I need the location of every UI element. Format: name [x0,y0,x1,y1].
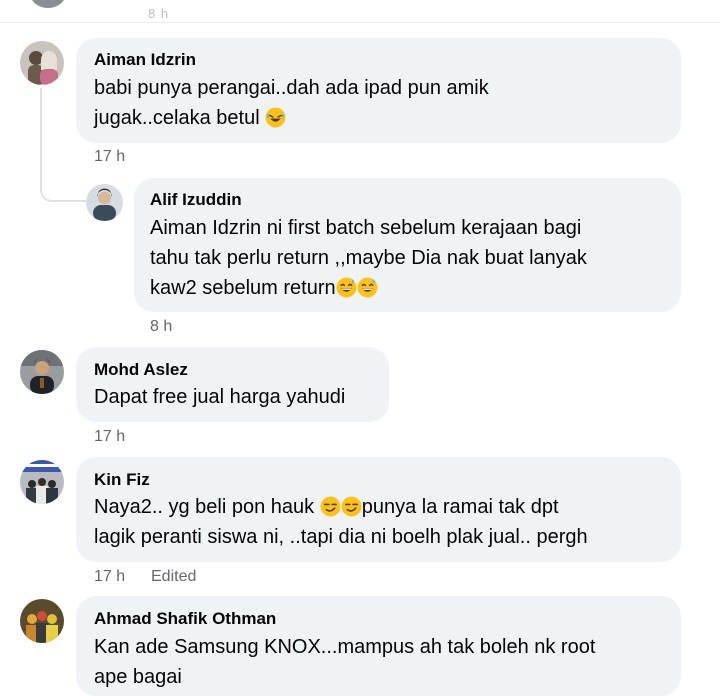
comment-text: Aiman Idzrin ni first batch sebelum kera… [150,217,587,299]
comment-text: Dapat free jual harga yahudi [94,386,346,408]
comment-timestamp: 8 h [148,6,170,21]
comment-timestamp[interactable]: 17 h [94,428,125,446]
avatar[interactable] [20,460,64,504]
comment-author[interactable]: Alif Izuddin [150,190,242,210]
rofl-emoji [265,107,286,128]
avatar[interactable] [20,599,64,643]
smirk-emoji [341,496,362,517]
comment-timestamp[interactable]: 8 h [150,318,172,336]
sweat-smile-emoji [336,277,357,298]
comment-author[interactable]: Kin Fiz [94,470,150,490]
avatar[interactable] [86,184,123,221]
smirk-emoji [320,496,341,517]
previous-comment-strip: 8 h [0,0,720,23]
comment-author[interactable]: Ahmad Shafik Othman [94,609,276,629]
comment-author[interactable]: Mohd Aslez [94,360,188,380]
edited-label[interactable]: Edited [151,568,196,586]
comment-author[interactable]: Aiman Idzrin [94,50,196,70]
avatar[interactable] [20,350,64,394]
sweat-smile-emoji [357,277,378,298]
comment-text: Naya2.. yg beli pon hauk punya la ramai … [94,496,588,548]
avatar[interactable] [20,41,64,85]
comment-text: babi punya perangai..dah ada ipad pun am… [94,77,489,129]
comment-timestamp[interactable]: 17 h [94,148,125,166]
avatar[interactable] [30,0,66,8]
comment-timestamp[interactable]: 17 h [94,568,125,586]
comment-text: Kan ade Samsung KNOX...mampus ah tak bol… [94,636,596,688]
